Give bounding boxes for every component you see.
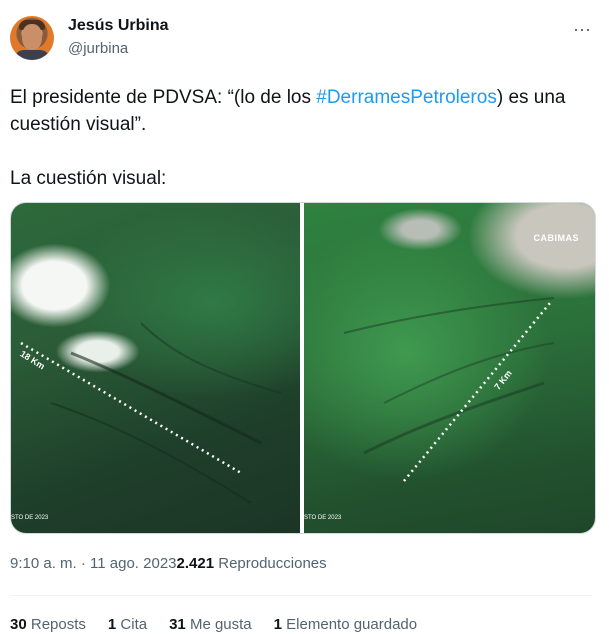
likes-count: 31 (169, 616, 186, 633)
quotes-count: 1 (107, 616, 117, 633)
bookmarks-stat[interactable]: 1 Elemento guardado (274, 616, 417, 633)
likes-label: Me gusta (189, 616, 252, 633)
date-label-left: STO DE 2023 (11, 515, 49, 521)
media-gallery[interactable]: 18 Km STO DE 2023 CABIMAS 7 Km STO DE 20… (10, 202, 596, 534)
tweet-text: El presidente de PDVSA: “(lo de los #Der… (10, 84, 590, 192)
divider (10, 595, 592, 596)
views-count: 2.421 (176, 555, 215, 572)
satellite-image-left[interactable]: 18 Km STO DE 2023 (11, 203, 300, 533)
views-label: Reproducciones (214, 555, 327, 572)
oil-slick-overlay-left (20, 322, 282, 504)
tweet-header: Jesús Urbina @jurbina ⋯ (10, 12, 600, 64)
reposts-label: Reposts (30, 616, 86, 633)
bookmarks-label: Elemento guardado (286, 616, 418, 633)
tweet-time[interactable]: 9:10 a. m. · 11 ago. 2023 (10, 555, 177, 572)
avatar-face (22, 24, 42, 50)
author-handle[interactable]: @jurbina (68, 40, 128, 57)
media-divider (300, 203, 302, 533)
avatar[interactable] (10, 16, 54, 60)
hashtag-link[interactable]: #DerramesPetroleros (316, 87, 497, 108)
more-options-icon[interactable]: ⋯ (573, 20, 592, 41)
tweet-text-prefix: El presidente de PDVSA: “(lo de los (10, 87, 317, 108)
bookmarks-count: 1 (273, 616, 282, 633)
quotes-stat[interactable]: 1 Cita (108, 616, 147, 633)
avatar-shirt (14, 50, 50, 60)
likes-stat[interactable]: 31 Me gusta (169, 616, 252, 633)
reposts-count: 30 (10, 616, 27, 633)
tweet-line-1: El presidente de PDVSA: “(lo de los #Der… (10, 84, 590, 138)
tweet-timestamp: 9:10 a. m. · 11 ago. 20232.421 Reproducc… (10, 555, 327, 572)
oil-slick-overlay-right (343, 297, 555, 482)
city-label: CABIMAS (533, 233, 579, 243)
engagement-stats: 30 Reposts 1 Cita 31 Me gusta 1 Elemento… (10, 616, 417, 633)
date-label-right: STO DE 2023 (304, 515, 342, 521)
satellite-image-right[interactable]: CABIMAS 7 Km STO DE 2023 (304, 203, 595, 533)
author-name[interactable]: Jesús Urbina (68, 17, 168, 35)
reposts-stat[interactable]: 30 Reposts (10, 616, 86, 633)
tweet-line-2: La cuestión visual: (10, 168, 167, 189)
quotes-label: Cita (120, 616, 148, 633)
